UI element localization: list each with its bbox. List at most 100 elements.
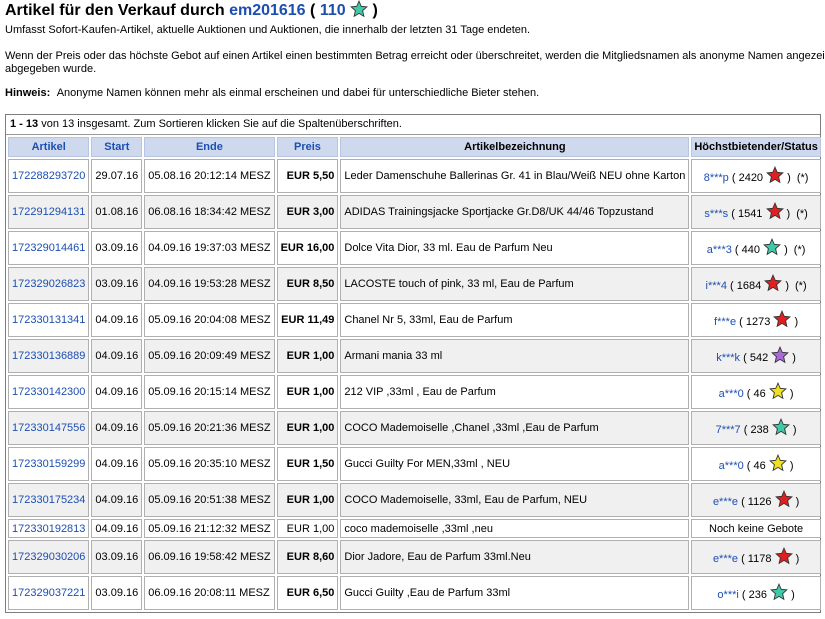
bidder-name-link[interactable]: a***0 [719, 388, 744, 400]
status-cell: Noch keine Gebote [691, 519, 821, 538]
price-cell: EUR 1,00 [276, 519, 339, 538]
table-row: 172291294131 01.08.16 06.08.16 18:34:42 ME… [8, 195, 821, 229]
item-id-link[interactable]: 172329014461 [12, 242, 85, 254]
bidder-score: 238 [750, 423, 769, 436]
item-id-cell: 172330142300 [8, 375, 90, 409]
status-cell: a***0 ( 46 ) [691, 447, 821, 481]
feedback-score-link[interactable]: 110 [320, 2, 346, 19]
table-row: 172329030206 03.09.16 06.09.16 19:58:42 ME… [8, 540, 821, 574]
start-date-cell: 03.09.16 [91, 576, 143, 610]
page: Artikel für den Verkauf durch em201616 (… [0, 0, 825, 619]
price-cell: EUR 16,00 [276, 231, 339, 265]
col-header-artikel[interactable]: Artikel [8, 137, 90, 157]
intro-text: Umfasst Sofort-Kaufen-Artikel, aktuelle … [5, 24, 531, 36]
feedback-star-icon[interactable] [774, 489, 793, 511]
feedback-star-icon[interactable] [773, 309, 792, 331]
item-id-link[interactable]: 172330147556 [12, 422, 85, 434]
bidder-name-link[interactable]: k***k [716, 352, 740, 364]
price-cell: EUR 1,00 [276, 375, 339, 409]
col-header-preis[interactable]: Preis [276, 137, 339, 157]
table-info-text: von 13 insgesamt. Zum Sortieren klicken … [41, 118, 402, 130]
bidder-score: 1178 [747, 552, 772, 565]
bidder-name-link[interactable]: e***e [713, 496, 738, 508]
table-row: 172330192813 04.09.16 05.09.16 21:12:32 ME… [8, 519, 821, 538]
bidder-score: 236 [748, 588, 767, 601]
feedback-star-icon[interactable] [771, 345, 790, 367]
status-text: Noch keine Gebote [709, 522, 804, 535]
item-title-cell: coco mademoiselle ,33ml ,neu [340, 519, 690, 538]
feedback-star-icon[interactable] [766, 165, 785, 187]
seller-username-link[interactable]: em201616 [229, 2, 306, 19]
anonymous-note: (*) [796, 207, 808, 220]
item-id-link[interactable]: 172329030206 [12, 551, 85, 563]
start-date-cell: 04.09.16 [91, 483, 143, 517]
feedback-open-paren: ( [310, 2, 316, 19]
end-date-cell: 05.09.16 20:09:49 MESZ [144, 339, 275, 373]
price-cell: EUR 1,50 [276, 447, 339, 481]
price-cell: EUR 11,49 [276, 303, 339, 337]
table-row: 172330175234 04.09.16 05.09.16 20:51:38 ME… [8, 483, 821, 517]
anonymous-note: (*) [795, 279, 807, 292]
bidder-name-link[interactable]: a***3 [707, 244, 732, 256]
feedback-star-icon[interactable] [768, 381, 787, 403]
bidder-score: 1684 [736, 279, 762, 292]
feedback-star-icon[interactable] [350, 0, 369, 25]
bidder-score: 46 [753, 459, 766, 472]
item-title-cell: Dior Jadore, Eau de Parfum 33ml.Neu [340, 540, 690, 574]
end-date-cell: 04.09.16 19:37:03 MESZ [144, 231, 275, 265]
bidder-name-link[interactable]: s***s [704, 208, 728, 220]
item-id-cell: 172330136889 [8, 339, 90, 373]
item-id-link[interactable]: 172288293720 [12, 170, 85, 182]
feedback-star-icon[interactable] [774, 546, 793, 568]
bidder-name-link[interactable]: i***4 [706, 280, 727, 292]
item-id-link[interactable]: 172330131341 [12, 314, 85, 326]
item-id-cell: 172329037221 [8, 576, 90, 610]
price-cell: EUR 5,50 [276, 159, 339, 193]
price-cell: EUR 8,60 [276, 540, 339, 574]
feedback-star-icon[interactable] [771, 417, 790, 439]
end-date-cell: 06.09.16 20:08:11 MESZ [144, 576, 275, 610]
feedback-star-icon[interactable] [768, 453, 787, 475]
feedback-star-icon[interactable] [763, 237, 782, 259]
bidder-name-link[interactable]: f***e [714, 316, 736, 328]
item-id-link[interactable]: 172330175234 [12, 494, 85, 506]
hint: Hinweis: Anonyme Namen können mehr als e… [5, 87, 539, 99]
table-row: 172330159299 04.09.16 05.09.16 20:35:10 ME… [8, 447, 821, 481]
item-title-cell: ADIDAS Trainingsjacke Sportjacke Gr.D8/U… [340, 195, 690, 229]
bidder-name-link[interactable]: 7***7 [716, 424, 741, 436]
item-id-link[interactable]: 172330136889 [12, 350, 85, 362]
item-id-link[interactable]: 172330159299 [12, 458, 85, 470]
item-id-link[interactable]: 172329037221 [12, 587, 85, 599]
col-header-start[interactable]: Start [91, 137, 143, 157]
feedback-close-paren: ) [372, 2, 378, 19]
table-row: 172330136889 04.09.16 05.09.16 20:09:49 ME… [8, 339, 821, 373]
item-id-link[interactable]: 172330192813 [12, 523, 85, 535]
feedback-star-icon[interactable] [765, 201, 784, 223]
feedback-star-icon[interactable] [770, 582, 788, 604]
bidder-name-link[interactable]: e***e [713, 553, 738, 565]
feedback-star-icon[interactable] [764, 273, 783, 295]
status-cell: k***k ( 542 ) [691, 339, 821, 373]
page-title: Artikel für den Verkauf durch em201616 (… [5, 0, 378, 25]
item-id-link[interactable]: 172330142300 [12, 386, 85, 398]
col-header-ende[interactable]: Ende [144, 137, 275, 157]
status-cell: a***3 ( 440 ) (*) [691, 231, 821, 265]
table-row: 172329026823 03.09.16 04.09.16 19:53:28 ME… [8, 267, 821, 301]
anonymous-note: (*) [793, 243, 806, 256]
bidder-name-link[interactable]: a***0 [719, 460, 744, 472]
item-id-cell: 172329026823 [8, 267, 90, 301]
end-date-cell: 05.09.16 20:51:38 MESZ [144, 483, 275, 517]
table-range: 1 - 13 [10, 118, 39, 130]
item-id-link[interactable]: 172291294131 [12, 206, 85, 218]
price-cell: EUR 1,00 [276, 483, 339, 517]
status-cell: e***e ( 1126 ) [691, 483, 821, 517]
table-row: 172288293720 29.07.16 05.08.16 20:12:14 ME… [8, 159, 821, 193]
hint-text: Anonyme Namen können mehr als einmal ers… [56, 87, 540, 99]
bidder-name-link[interactable]: 8***p [704, 172, 729, 184]
item-title-cell: Armani mania 33 ml [340, 339, 690, 373]
items-table: Artikel Start Ende Preis Artikelbezeichn… [6, 135, 823, 612]
bidder-name-link[interactable]: o***i [717, 589, 738, 601]
start-date-cell: 03.09.16 [91, 231, 143, 265]
item-id-cell: 172330131341 [8, 303, 90, 337]
item-id-link[interactable]: 172329026823 [12, 278, 85, 290]
